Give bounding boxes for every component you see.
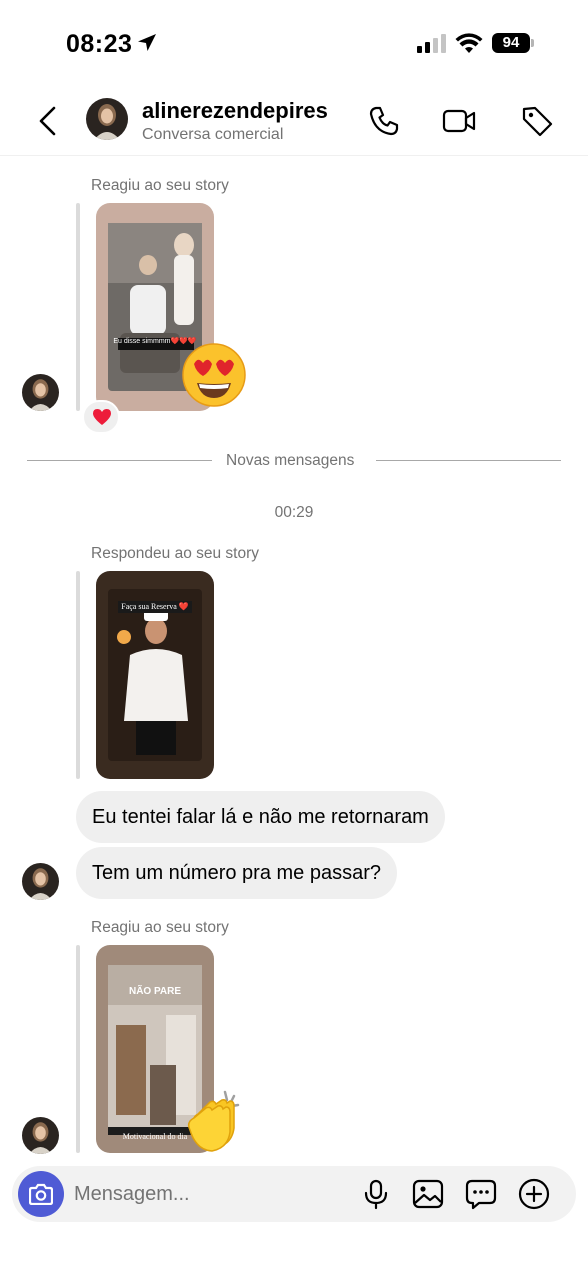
heart-eyes-emoji — [182, 343, 246, 407]
divider-line-right — [376, 460, 561, 461]
sender-avatar[interactable] — [22, 1117, 59, 1154]
story-reaction-label: Reagiu ao seu story — [91, 177, 229, 194]
story-caption: Faça sua Reserva ❤️ — [121, 602, 189, 611]
message-bubble[interactable]: Eu tentei falar lá e não me retornaram — [76, 791, 445, 843]
video-icon[interactable] — [442, 104, 476, 138]
camera-icon — [29, 1183, 53, 1205]
mic-icon[interactable] — [360, 1178, 392, 1210]
header-subtitle: Conversa comercial — [142, 126, 284, 143]
sender-avatar[interactable] — [22, 374, 59, 411]
timestamp: 00:29 — [274, 504, 314, 521]
gallery-icon[interactable] — [412, 1178, 444, 1210]
status-time: 08:23 — [66, 30, 133, 58]
plus-icon[interactable] — [518, 1178, 550, 1210]
battery-indicator: 94 — [492, 33, 530, 53]
header-username[interactable]: alinerezendepires — [142, 98, 328, 124]
location-arrow-icon — [138, 34, 156, 51]
status-bar: 08:23 94 — [0, 0, 588, 88]
message-composer — [12, 1166, 576, 1222]
phone-icon[interactable] — [367, 104, 401, 138]
header-avatar[interactable] — [86, 98, 128, 140]
message-input[interactable] — [74, 1171, 334, 1217]
back-icon[interactable] — [34, 104, 62, 138]
wifi-icon — [455, 33, 483, 53]
camera-button[interactable] — [18, 1171, 64, 1217]
quote-bar — [76, 945, 80, 1153]
story-reply-label: Respondeu ao seu story — [91, 545, 260, 562]
message-bubble[interactable]: Tem um número pra me passar? — [76, 847, 398, 899]
story-reaction-label: Reagiu ao seu story — [91, 919, 229, 936]
story-title: NÃO PARE — [128, 986, 182, 997]
quote-bar — [76, 203, 80, 411]
quote-bar — [76, 571, 80, 779]
sender-avatar[interactable] — [22, 863, 59, 900]
divider-line-left — [27, 460, 212, 461]
sticker-icon[interactable] — [465, 1178, 497, 1210]
signal-icon — [417, 34, 446, 53]
new-messages-divider: Novas mensagens — [226, 452, 355, 469]
clap-emoji — [187, 1090, 240, 1152]
battery-tip — [531, 39, 534, 47]
chat-header: alinerezendepires Conversa comercial — [0, 88, 588, 156]
message-reaction[interactable] — [82, 400, 120, 434]
heart-icon — [93, 409, 111, 425]
tag-icon[interactable] — [520, 104, 554, 138]
